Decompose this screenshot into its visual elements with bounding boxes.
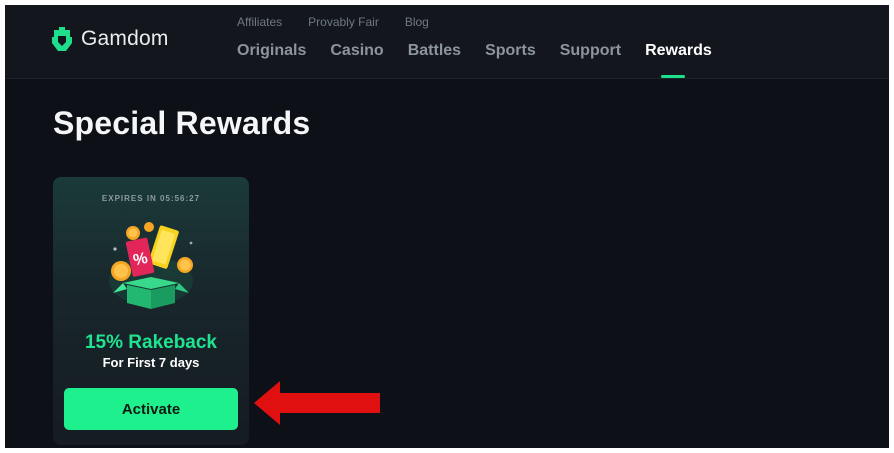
brand-logo[interactable]: Gamdom	[52, 27, 169, 51]
nav-rewards[interactable]: Rewards	[645, 42, 712, 60]
reward-title: 15% Rakeback	[84, 332, 218, 353]
active-tab-indicator	[661, 75, 685, 78]
activate-button[interactable]: Activate	[64, 388, 238, 430]
gift-box-icon: %	[109, 222, 193, 309]
nav-casino[interactable]: Casino	[330, 42, 383, 60]
reward-card: EXPIRES IN 05:56:27 % 15% Rakeback For F…	[53, 177, 249, 445]
subnav-blog[interactable]: Blog	[405, 15, 429, 29]
subnav-provably-fair[interactable]: Provably Fair	[308, 15, 379, 29]
secondary-nav: Affiliates Provably Fair Blog	[237, 15, 429, 29]
top-navigation-bar: Gamdom Affiliates Provably Fair Blog Ori…	[5, 5, 889, 79]
nav-sports[interactable]: Sports	[485, 42, 536, 60]
nav-support[interactable]: Support	[560, 42, 621, 60]
page-title: Special Rewards	[53, 105, 311, 141]
red-arrow-icon	[254, 381, 380, 425]
nav-originals[interactable]: Originals	[237, 42, 306, 60]
primary-nav: Originals Casino Battles Sports Support …	[237, 42, 736, 60]
subnav-affiliates[interactable]: Affiliates	[237, 15, 282, 29]
nav-battles[interactable]: Battles	[408, 42, 461, 60]
expiry-timer: EXPIRES IN 05:56:27	[101, 194, 201, 203]
app-window: Gamdom Affiliates Provably Fair Blog Ori…	[5, 5, 889, 448]
gamdom-logo-icon	[52, 27, 72, 51]
reward-subtitle: For First 7 days	[102, 355, 200, 370]
brand-name: Gamdom	[81, 27, 169, 50]
